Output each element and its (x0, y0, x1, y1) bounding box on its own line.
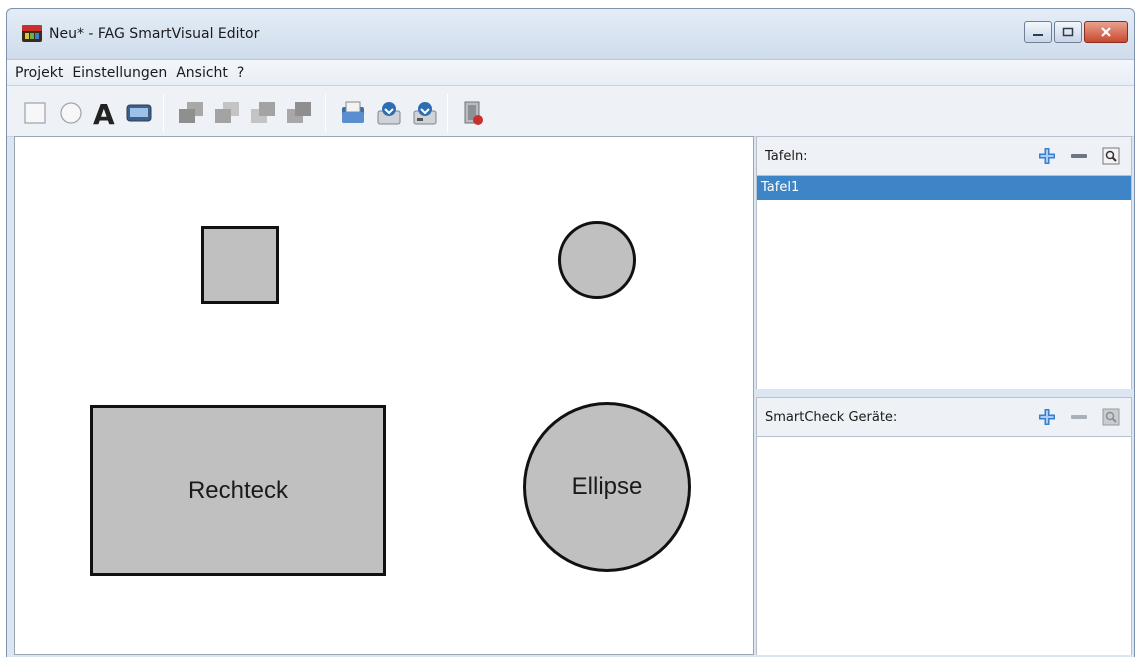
smartcheck-search-icon[interactable] (1101, 407, 1121, 427)
menu-projekt[interactable]: Projekt (13, 65, 65, 81)
save-as-icon[interactable] (411, 99, 439, 127)
app-icon (21, 23, 43, 43)
send-backward-icon[interactable] (249, 99, 277, 127)
ellipse-tool-icon[interactable] (57, 99, 85, 127)
toolbar: A (7, 85, 1134, 137)
menu-einstellungen[interactable]: Einstellungen (70, 65, 169, 81)
tafeln-remove-icon[interactable] (1069, 146, 1089, 166)
ellipse-label: Ellipse (571, 473, 643, 500)
svg-text:A: A (93, 99, 115, 127)
rechteck-label: Rechteck (187, 476, 289, 504)
maximize-button[interactable] (1054, 21, 1082, 43)
window-title: Neu* - FAG SmartVisual Editor (49, 26, 260, 42)
exit-icon[interactable] (459, 99, 487, 127)
minimize-button[interactable] (1024, 21, 1052, 43)
smartcheck-add-icon[interactable] (1037, 407, 1057, 427)
tafel-list-item[interactable]: Tafel1 (757, 176, 1131, 200)
close-button[interactable] (1084, 21, 1128, 43)
bring-forward-icon[interactable] (213, 99, 241, 127)
title-bar: Neu* - FAG SmartVisual Editor (7, 9, 1134, 59)
tafeln-add-icon[interactable] (1037, 146, 1057, 166)
drawing-canvas[interactable]: Rechteck Ellipse (14, 136, 754, 655)
send-to-back-icon[interactable] (285, 99, 313, 127)
canvas-rectangle-small[interactable] (201, 226, 279, 304)
canvas-ellipse[interactable]: Ellipse (523, 402, 691, 572)
canvas-circle-small[interactable] (558, 221, 636, 299)
smartcheck-panel: SmartCheck Geräte: (756, 397, 1132, 655)
rectangle-tool-icon[interactable] (21, 99, 49, 127)
tafeln-search-icon[interactable] (1101, 146, 1121, 166)
save-icon[interactable] (375, 99, 403, 127)
canvas-rectangle-rechteck[interactable]: Rechteck (90, 405, 386, 576)
menu-help[interactable]: ? (235, 65, 246, 81)
menu-ansicht[interactable]: Ansicht (174, 65, 230, 81)
smartcheck-list (757, 436, 1131, 655)
open-project-icon[interactable] (339, 99, 367, 127)
menu-bar: Projekt Einstellungen Ansicht ? (7, 59, 1134, 85)
tafeln-list: Tafel1 (757, 175, 1131, 389)
text-tool-icon[interactable]: A (91, 99, 119, 127)
bring-to-front-icon[interactable] (177, 99, 205, 127)
smartcheck-remove-icon[interactable] (1069, 407, 1089, 427)
image-tool-icon[interactable] (125, 99, 153, 127)
tafeln-panel: Tafeln: Tafel1 (756, 136, 1132, 389)
